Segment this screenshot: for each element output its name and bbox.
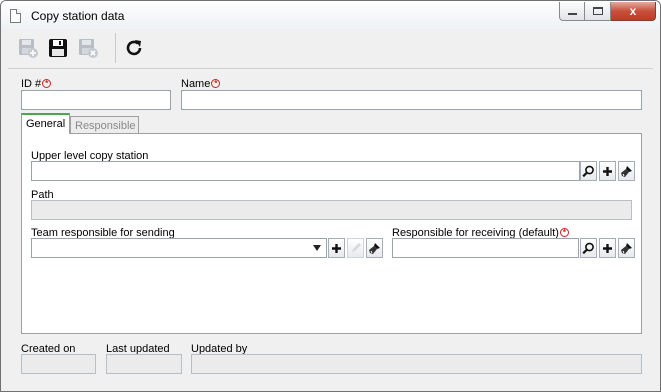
general-panel: Upper level copy station Path Team respo… bbox=[21, 133, 642, 334]
upper-level-clear-button[interactable] bbox=[618, 161, 635, 181]
tab-responsible-label: Responsible bbox=[75, 120, 136, 132]
eraser-icon bbox=[621, 242, 632, 254]
minimize-button[interactable] bbox=[559, 2, 585, 21]
team-sending-select[interactable] bbox=[31, 238, 327, 258]
id-label: ID # * bbox=[21, 78, 52, 90]
toolbar-separator bbox=[115, 33, 116, 63]
tab-general[interactable]: General bbox=[21, 113, 70, 134]
team-sending-clear-button[interactable] bbox=[366, 238, 383, 258]
save-and-exit-icon bbox=[79, 39, 98, 58]
created-on-field bbox=[21, 354, 96, 374]
plus-icon bbox=[332, 243, 341, 253]
tab-responsible[interactable]: Responsible bbox=[70, 116, 139, 134]
copy-station-window: Copy station data x ID # * Name * Genera… bbox=[0, 0, 661, 392]
upper-level-input[interactable] bbox=[31, 161, 580, 181]
minimize-icon bbox=[567, 13, 577, 15]
close-button[interactable]: x bbox=[611, 2, 656, 21]
maximize-icon bbox=[592, 7, 603, 15]
save-and-new-icon bbox=[19, 39, 38, 58]
eraser-icon bbox=[621, 165, 632, 177]
pencil-icon bbox=[351, 243, 361, 252]
refresh-button[interactable] bbox=[122, 36, 146, 60]
window-controls: x bbox=[559, 2, 656, 21]
toolbar bbox=[8, 29, 653, 69]
maximize-button[interactable] bbox=[585, 2, 611, 21]
eraser-icon bbox=[369, 242, 380, 254]
team-sending-edit-button[interactable] bbox=[347, 238, 364, 258]
id-input[interactable] bbox=[21, 90, 171, 110]
receiving-add-button[interactable] bbox=[599, 238, 616, 258]
refresh-icon bbox=[126, 40, 142, 56]
path-input bbox=[31, 200, 632, 220]
window-title: Copy station data bbox=[31, 9, 125, 23]
document-icon bbox=[10, 9, 21, 23]
close-icon: x bbox=[629, 4, 637, 18]
save-button[interactable] bbox=[46, 36, 70, 60]
receiving-search-button[interactable] bbox=[580, 238, 597, 258]
last-updated-field bbox=[106, 354, 182, 374]
updated-by-field bbox=[191, 354, 642, 374]
receiving-input[interactable] bbox=[392, 238, 579, 258]
save-icon bbox=[49, 39, 67, 57]
id-label-text: ID # bbox=[21, 78, 42, 90]
receiving-clear-button[interactable] bbox=[618, 238, 635, 258]
required-icon: * bbox=[42, 79, 52, 88]
name-input[interactable] bbox=[181, 90, 642, 110]
team-sending-add-button[interactable] bbox=[328, 238, 345, 258]
title-bar[interactable]: Copy station data x bbox=[1, 1, 660, 29]
plus-icon bbox=[603, 166, 612, 176]
save-and-exit-button[interactable] bbox=[76, 36, 100, 60]
upper-level-search-button[interactable] bbox=[580, 161, 597, 181]
tab-general-label: General bbox=[26, 118, 66, 130]
search-icon bbox=[582, 242, 594, 254]
plus-icon bbox=[603, 243, 612, 253]
upper-level-add-button[interactable] bbox=[599, 161, 616, 181]
chevron-down-icon bbox=[313, 245, 321, 251]
name-label: Name * bbox=[181, 78, 221, 90]
name-label-text: Name bbox=[181, 78, 211, 90]
search-icon bbox=[582, 165, 594, 177]
required-icon: * bbox=[559, 228, 569, 237]
save-and-new-button[interactable] bbox=[16, 36, 40, 60]
required-icon: * bbox=[211, 79, 221, 88]
